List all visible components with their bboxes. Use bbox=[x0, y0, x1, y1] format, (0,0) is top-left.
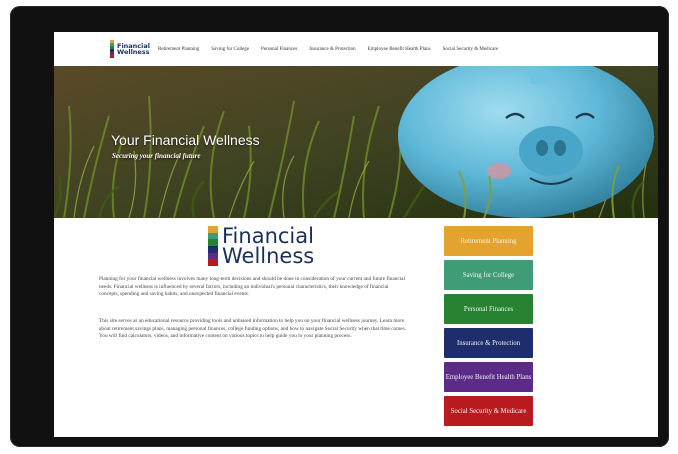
resource-paragraph: This site serves as an educational resou… bbox=[99, 318, 406, 340]
personal-finances-button[interactable]: Personal Finances bbox=[444, 294, 533, 324]
insurance-protection-button[interactable]: Insurance & Protection bbox=[444, 328, 533, 358]
main-logo: Financial Wellness bbox=[208, 224, 315, 268]
employee-benefit-health-plans-button[interactable]: Employee Benefit Health Plans bbox=[444, 362, 533, 392]
site-logo[interactable]: Financial Wellness bbox=[110, 40, 150, 58]
color-bar-stack-icon bbox=[208, 226, 218, 266]
main-content: Financial Wellness Planning for your fin… bbox=[54, 218, 658, 437]
nav-item-saving-for-college[interactable]: Saving for College bbox=[211, 47, 249, 52]
main-logo-line1: Financial bbox=[222, 224, 314, 248]
social-security-medicare-button[interactable]: Social Security & Medicare bbox=[444, 396, 533, 426]
monitor-bezel: Financial Wellness Retirement Planning S… bbox=[10, 6, 669, 447]
logo-line2: Wellness bbox=[117, 48, 150, 56]
browser-screen: Financial Wellness Retirement Planning S… bbox=[54, 32, 658, 437]
top-navigation: Financial Wellness Retirement Planning S… bbox=[54, 32, 658, 66]
hero-subtitle: Securing your financial future bbox=[112, 152, 201, 160]
nav-item-employee-benefit-health-plans[interactable]: Employee Benefit Health Plans bbox=[368, 47, 431, 52]
nav-item-insurance-protection[interactable]: Insurance & Protection bbox=[309, 47, 355, 52]
logo-text: Financial Wellness bbox=[117, 43, 150, 56]
nav-links: Retirement Planning Saving for College P… bbox=[158, 47, 510, 52]
nav-item-social-security-medicare[interactable]: Social Security & Medicare bbox=[443, 47, 499, 52]
hero-banner: Your Financial Wellness Securing your fi… bbox=[54, 66, 658, 218]
saving-for-college-button[interactable]: Saving for College bbox=[444, 260, 533, 290]
hero-title: Your Financial Wellness bbox=[111, 132, 260, 148]
nav-item-retirement-planning[interactable]: Retirement Planning bbox=[158, 47, 199, 52]
intro-paragraph: Planning for your financial wellness inv… bbox=[99, 276, 405, 298]
color-bar-stack-icon bbox=[110, 40, 114, 58]
retirement-planning-button[interactable]: Retirement Planning bbox=[444, 226, 533, 256]
main-logo-text: Financial Wellness bbox=[222, 224, 315, 268]
main-logo-line2: Wellness bbox=[222, 244, 315, 268]
nav-item-personal-finances[interactable]: Personal Finances bbox=[261, 47, 297, 52]
category-buttons: Retirement Planning Saving for College P… bbox=[444, 226, 533, 430]
